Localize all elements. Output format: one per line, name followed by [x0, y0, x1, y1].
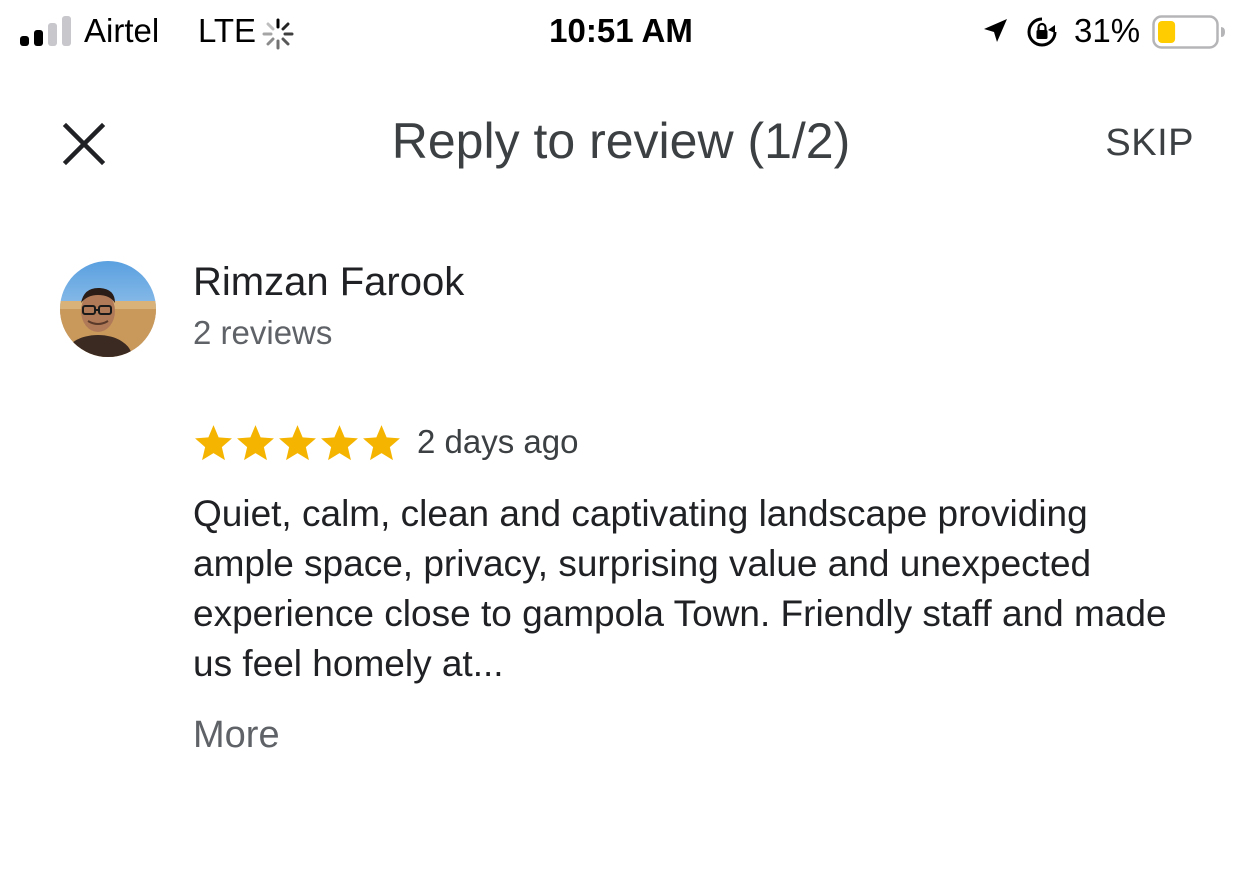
- reviewer-review-count: 2 reviews: [193, 314, 333, 351]
- star-icon: [237, 424, 274, 460]
- more-link[interactable]: More: [193, 714, 280, 757]
- reviewer-name[interactable]: Rimzan Farook: [193, 260, 464, 305]
- star-rating: 2 days ago: [193, 420, 578, 464]
- review-date: 2 days ago: [417, 423, 579, 460]
- battery-percentage: 31%: [1074, 12, 1141, 49]
- battery-icon: [1152, 15, 1225, 49]
- star-icon: [279, 424, 316, 460]
- review-text: Quiet, calm, clean and captivating lands…: [193, 493, 1167, 684]
- star-icon: [195, 424, 232, 460]
- location-arrow-icon: [984, 19, 1007, 42]
- star-icon: [363, 424, 400, 460]
- reviewer-avatar[interactable]: [60, 261, 156, 357]
- skip-button[interactable]: SKIP: [1105, 122, 1194, 165]
- page-title: Reply to review (1/2): [391, 113, 851, 169]
- star-icon: [321, 424, 358, 460]
- rotation-lock-icon: [1027, 17, 1057, 47]
- status-bar: Airtel LTE 10:51 AM 31%: [0, 0, 1242, 66]
